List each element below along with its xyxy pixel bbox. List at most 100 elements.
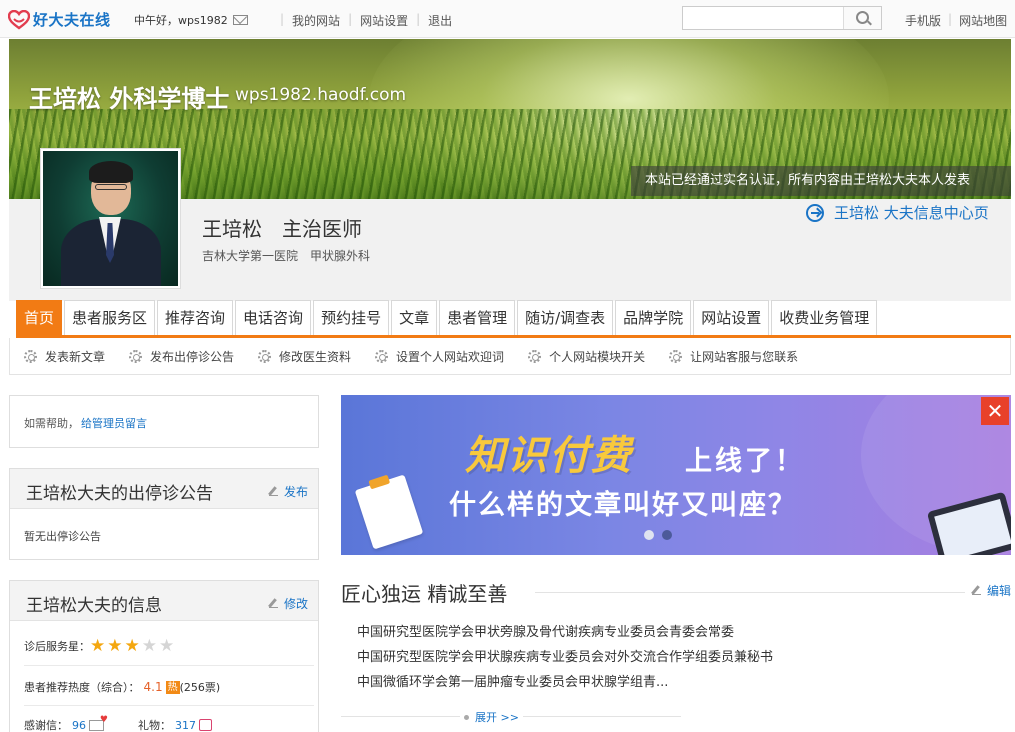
mail-icon[interactable] <box>232 15 248 25</box>
top-bar: 好大夫在线 中午好，wps1982 | 我的网站 | 网站设置 | 退出 手机版… <box>0 0 1015 38</box>
carousel-dot[interactable] <box>662 530 672 540</box>
doctor-hospital: 吉林大学第一医院 甲状腺外科 <box>202 249 371 263</box>
info-header: 王培松大夫的信息 修改 <box>10 581 318 621</box>
action-contact-support[interactable]: 让网站客服与您联系 <box>669 348 798 365</box>
publish-notice-button[interactable]: 发布 <box>268 483 308 500</box>
gear-icon <box>669 349 683 363</box>
arrow-circle-icon <box>806 203 824 222</box>
tab-articles[interactable]: 文章 <box>391 300 438 335</box>
pencil-icon <box>972 586 981 595</box>
action-set-welcome[interactable]: 设置个人网站欢迎词 <box>375 348 504 365</box>
banner-domain: wps1982.haodf.com <box>235 85 407 105</box>
help-prefix: 如需帮助， <box>24 417 79 430</box>
info-center-label: 王培松 大夫信息中心页 <box>834 204 989 222</box>
hot-badge: 热 <box>165 680 180 694</box>
edit-section-label: 编辑 <box>987 584 1012 598</box>
edit-label: 修改 <box>283 597 308 611</box>
message-admin-link[interactable]: 给管理员留言 <box>81 417 147 430</box>
search-box <box>682 6 882 30</box>
site-logo[interactable]: 好大夫在线 <box>8 9 111 30</box>
search-input[interactable] <box>683 7 843 29</box>
close-icon[interactable]: ✕ <box>981 397 1009 425</box>
mobile-link[interactable]: 手机版 <box>905 12 941 29</box>
promo-subline: 什么样的文章叫好又叫座？ <box>449 490 797 521</box>
clipboard-icon <box>354 474 424 550</box>
tab-paid-services[interactable]: 收费业务管理 <box>771 300 878 335</box>
tab-patient-service[interactable]: 患者服务区 <box>64 300 156 335</box>
separator: | <box>280 12 285 26</box>
section-title: 匠心独运 精诚至善 <box>341 582 508 606</box>
action-label: 个人网站模块开关 <box>549 349 646 364</box>
service-stars-row: 诊后服务星： ★ ★ ★ ★ ★ <box>24 636 176 656</box>
promo-banner[interactable]: 知识付费 上线了！ 什么样的文章叫好又叫座？ <box>341 395 1011 555</box>
greeting-text: 中午好，wps1982 <box>134 14 228 27</box>
sitemap-link[interactable]: 网站地图 <box>959 12 1007 29</box>
action-label: 发布出停诊公告 <box>150 349 235 364</box>
hot-label: 患者推荐热度（综合）： <box>24 681 140 694</box>
gear-icon <box>375 349 389 363</box>
divider <box>24 705 314 706</box>
greeting: 中午好，wps1982 <box>134 12 248 28</box>
expand-button[interactable]: 展开 >> <box>460 709 523 725</box>
tab-home[interactable]: 首页 <box>16 300 63 335</box>
edit-section-button[interactable]: 编辑 <box>972 582 1011 599</box>
top-links: | 我的网站 | 网站设置 | 退出 <box>272 12 452 29</box>
gear-icon <box>258 349 272 363</box>
tab-recommended-consult[interactable]: 推荐咨询 <box>157 300 234 335</box>
edit-info-button[interactable]: 修改 <box>268 595 308 612</box>
logout-link[interactable]: 退出 <box>428 12 452 29</box>
action-label: 修改医生资料 <box>279 349 352 364</box>
verify-notice: 本站已经通过实名认证，所有内容由王培松大夫本人发表 <box>631 166 1011 196</box>
gear-icon <box>24 349 37 363</box>
notice-title: 王培松大夫的出停诊公告 <box>26 484 213 504</box>
gear-icon <box>528 349 542 363</box>
tab-patient-management[interactable]: 患者管理 <box>439 300 516 335</box>
carousel-dot[interactable] <box>644 530 654 540</box>
avatar-glasses <box>95 184 127 190</box>
tab-site-settings[interactable]: 网站设置 <box>693 300 770 335</box>
star-filled-icon: ★ <box>124 636 140 656</box>
logo-text: 好大夫在线 <box>33 11 111 29</box>
promo-headline: 上线了！ <box>685 446 805 477</box>
action-new-article[interactable]: 发表新文章 <box>24 348 105 365</box>
promo-highlight: 知识付费 <box>465 433 633 479</box>
hot-votes: (256票) <box>179 681 221 694</box>
help-text: 如需帮助， 给管理员留言 <box>24 415 147 431</box>
heart-logo-icon <box>8 9 30 29</box>
envelope-icon: ♥ <box>89 715 108 731</box>
star-empty-icon: ★ <box>159 636 175 656</box>
star-filled-icon: ★ <box>107 636 123 656</box>
hot-value: 4.1 <box>143 680 163 694</box>
thanks-value[interactable]: 96 <box>72 719 86 732</box>
thanks-gift-row: 感谢信： 96 ♥ 礼物： 317 <box>24 715 212 732</box>
search-icon[interactable] <box>843 7 881 29</box>
info-center-link[interactable]: 王培松 大夫信息中心页 <box>806 202 989 223</box>
action-edit-profile[interactable]: 修改医生资料 <box>258 348 351 365</box>
action-publish-notice[interactable]: 发布出停诊公告 <box>129 348 234 365</box>
avatar <box>40 148 181 289</box>
section-divider <box>535 592 965 593</box>
hot-row: 患者推荐热度（综合）： 4.1 热 (256票) <box>24 679 220 695</box>
star-filled-icon: ★ <box>90 636 106 656</box>
notice-header: 王培松大夫的出停诊公告 发布 <box>10 469 318 509</box>
site-settings-link[interactable]: 网站设置 <box>360 12 408 29</box>
thanks-label: 感谢信： <box>24 719 68 732</box>
tab-followup-survey[interactable]: 随访/调查表 <box>517 300 614 335</box>
quick-actions-bar: 发表新文章 发布出停诊公告 修改医生资料 设置个人网站欢迎词 个人网站模块开关 … <box>9 338 1011 375</box>
expand-label: 展开 >> <box>475 711 519 724</box>
action-label: 发表新文章 <box>45 349 106 364</box>
tab-phone-consult[interactable]: 电话咨询 <box>235 300 312 335</box>
star-empty-icon: ★ <box>141 636 157 656</box>
gift-value[interactable]: 317 <box>175 719 196 732</box>
star-rating: ★ ★ ★ ★ ★ <box>90 636 176 656</box>
action-label: 设置个人网站欢迎词 <box>396 349 505 364</box>
my-site-link[interactable]: 我的网站 <box>292 12 340 29</box>
tab-brand-academy[interactable]: 品牌学院 <box>615 300 692 335</box>
help-box: 如需帮助， 给管理员留言 <box>9 395 319 448</box>
separator: | <box>348 12 353 26</box>
action-module-switch[interactable]: 个人网站模块开关 <box>528 348 645 365</box>
gift-label: 礼物： <box>138 719 171 732</box>
tab-appointment[interactable]: 预约挂号 <box>313 300 390 335</box>
notice-body: 暂无出停诊公告 <box>24 530 101 543</box>
main-nav: 首页 患者服务区 推荐咨询 电话咨询 预约挂号 文章 患者管理 随访/调查表 品… <box>16 300 879 337</box>
